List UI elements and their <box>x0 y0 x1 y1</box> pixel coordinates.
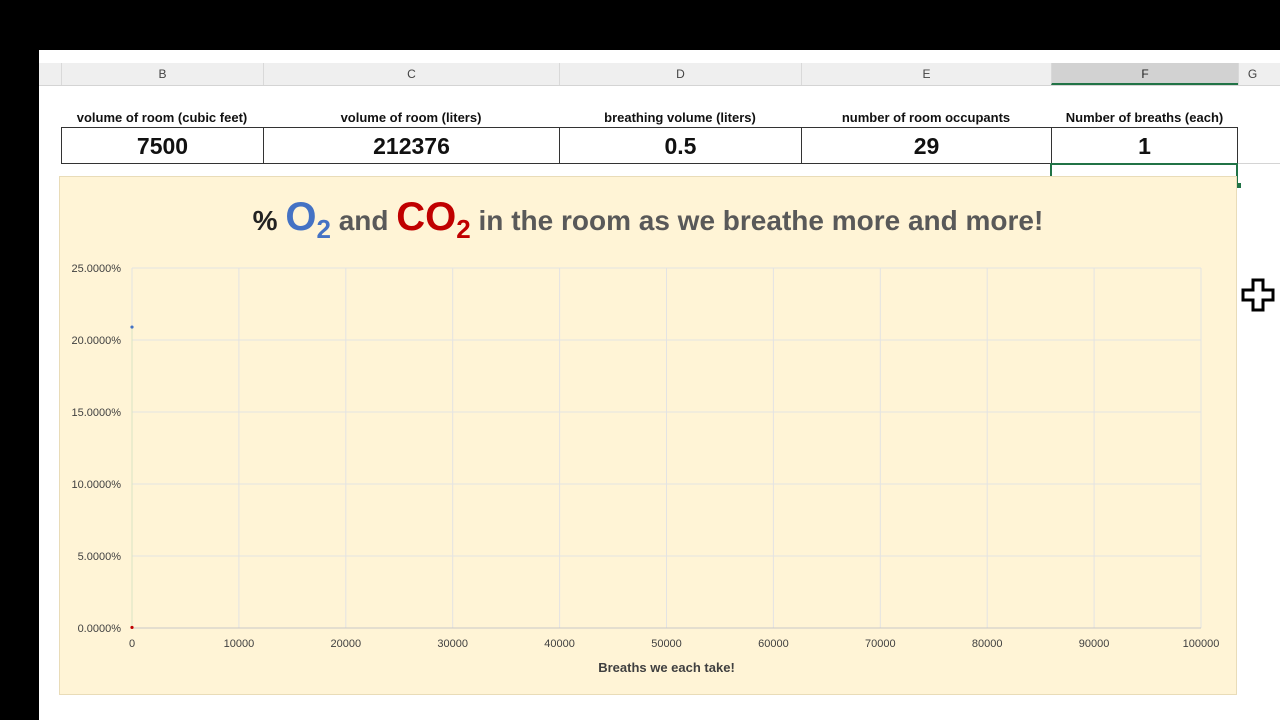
x-tick-label: 70000 <box>865 638 896 650</box>
value-cell-breathing-volume[interactable]: 0.5 <box>559 127 802 164</box>
cursor-icon <box>1241 278 1275 312</box>
header-cell-breathing-volume[interactable]: breathing volume (liters) <box>559 108 801 128</box>
column-header-bar: B C D E F G <box>39 63 1280 86</box>
x-axis-title: Breaths we each take! <box>598 660 735 675</box>
x-tick-label: 60000 <box>758 638 789 650</box>
x-tick-label: 10000 <box>224 638 255 650</box>
spreadsheet: B C D E F G volume of room (cubic feet) … <box>39 50 1280 720</box>
column-header-e[interactable]: E <box>801 63 1051 85</box>
header-cell-occupants[interactable]: number of room occupants <box>801 108 1051 128</box>
x-tick-label: 40000 <box>544 638 575 650</box>
y-tick-label: 20.0000% <box>71 335 121 347</box>
chart-area[interactable]: % O2 and CO2 in the room as we breathe m… <box>59 176 1237 695</box>
x-tick-label: 50000 <box>651 638 682 650</box>
value-cell-room-volume-cubic-feet[interactable]: 7500 <box>61 127 264 164</box>
value-cell-breaths[interactable]: 1 <box>1051 127 1238 164</box>
header-cell-room-volume-liters[interactable]: volume of room (liters) <box>263 108 559 128</box>
x-tick-label: 0 <box>129 638 135 650</box>
x-tick-label: 30000 <box>437 638 468 650</box>
column-header-g[interactable]: G <box>1238 63 1266 85</box>
column-header-c[interactable]: C <box>263 63 559 85</box>
y-tick-label: 15.0000% <box>71 407 121 419</box>
y-tick-label: 5.0000% <box>78 551 122 563</box>
x-tick-label: 20000 <box>331 638 362 650</box>
column-header-d[interactable]: D <box>559 63 801 85</box>
column-header-b[interactable]: B <box>61 63 263 85</box>
co2-data-point <box>130 625 134 630</box>
y-tick-label: 10.0000% <box>71 479 121 491</box>
column-header-f[interactable]: F <box>1051 63 1238 85</box>
x-tick-label: 100000 <box>1183 638 1220 650</box>
y-tick-label: 25.0000% <box>71 263 121 275</box>
y-tick-label: 0.0000% <box>78 623 122 635</box>
x-tick-label: 90000 <box>1079 638 1110 650</box>
header-cell-breaths[interactable]: Number of breaths (each) <box>1051 108 1238 128</box>
o2-data-point <box>130 325 134 329</box>
gridline <box>1237 163 1280 164</box>
value-cell-room-volume-liters[interactable]: 212376 <box>263 127 560 164</box>
header-cell-room-volume-cubic-feet[interactable]: volume of room (cubic feet) <box>61 108 263 128</box>
plot-area: 0 10000 20000 30000 40000 50000 60000 70000 8000… <box>71 263 1220 675</box>
value-cell-occupants[interactable]: 29 <box>801 127 1052 164</box>
x-tick-label: 80000 <box>972 638 1003 650</box>
